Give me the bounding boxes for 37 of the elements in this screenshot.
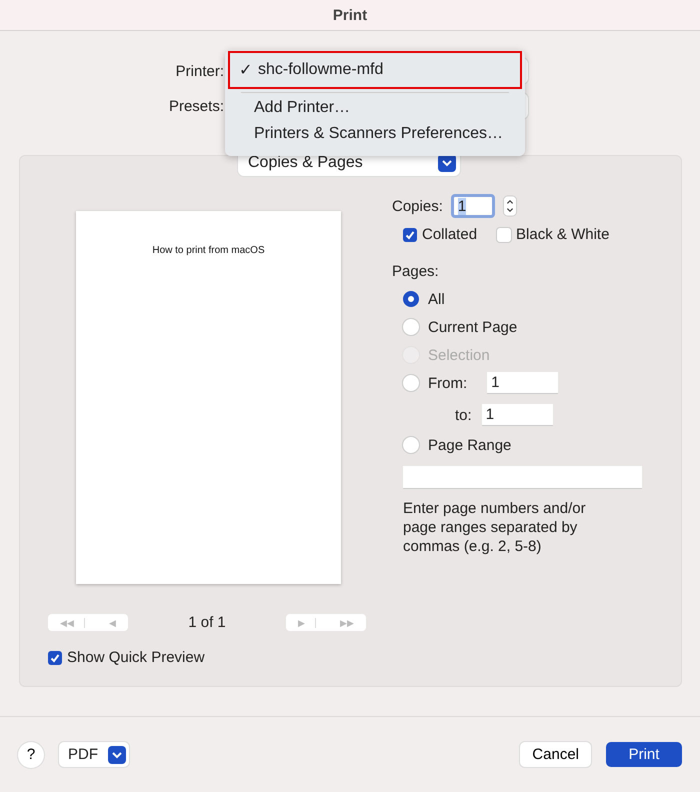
to-field[interactable]: 1	[482, 404, 553, 426]
page-range-field[interactable]	[403, 466, 642, 489]
pdf-menu-button[interactable]: PDF	[59, 742, 129, 767]
from-field[interactable]: 1	[487, 372, 558, 394]
page-indicator: 1 of 1	[188, 614, 226, 631]
help-button[interactable]: ?	[18, 742, 44, 768]
radio-button[interactable]	[403, 319, 419, 335]
checkbox[interactable]	[497, 228, 512, 242]
checkbox-label: Show Quick Preview	[67, 649, 205, 666]
print-button[interactable]: Print	[606, 742, 682, 767]
radio-button[interactable]	[403, 375, 419, 391]
radio-label: Page Range	[428, 436, 512, 454]
radio-label: From:	[428, 374, 468, 392]
radio-label: All	[428, 290, 445, 308]
checkbox-label: Black & White	[516, 226, 610, 243]
radio-button[interactable]	[403, 291, 419, 307]
checkbox[interactable]	[48, 650, 62, 664]
menu-item[interactable]: Printers & Scanners Preferences…	[225, 121, 525, 147]
page-range-hint: Enter page numbers and/or page ranges separated by commas (e.g. 2, 5-8)	[403, 499, 587, 556]
cancel-button[interactable]: Cancel	[520, 742, 591, 767]
menu-item[interactable]: ✓ shc-followme-mfd	[229, 52, 521, 88]
copies-field[interactable]: 1	[450, 194, 495, 218]
menu-item[interactable]: Add Printer…	[225, 95, 525, 121]
printer-label: Printer:	[174, 62, 225, 80]
presets-label: Presets:	[168, 98, 225, 114]
radio-label: Current Page	[428, 318, 518, 336]
chevron-icon	[108, 746, 126, 764]
radio-label: Selection	[428, 346, 490, 364]
window-title: Print	[332, 6, 368, 24]
checkbox-label: Collated	[422, 226, 478, 243]
checkbox[interactable]	[403, 228, 417, 242]
copies-label: Copies:	[392, 198, 443, 214]
radio-button[interactable]	[403, 437, 419, 453]
to-label: to:	[455, 406, 472, 424]
pages-label: Pages:	[392, 263, 440, 280]
stepper-icon[interactable]	[502, 195, 517, 217]
page-text: How to print from macOS	[152, 245, 265, 256]
